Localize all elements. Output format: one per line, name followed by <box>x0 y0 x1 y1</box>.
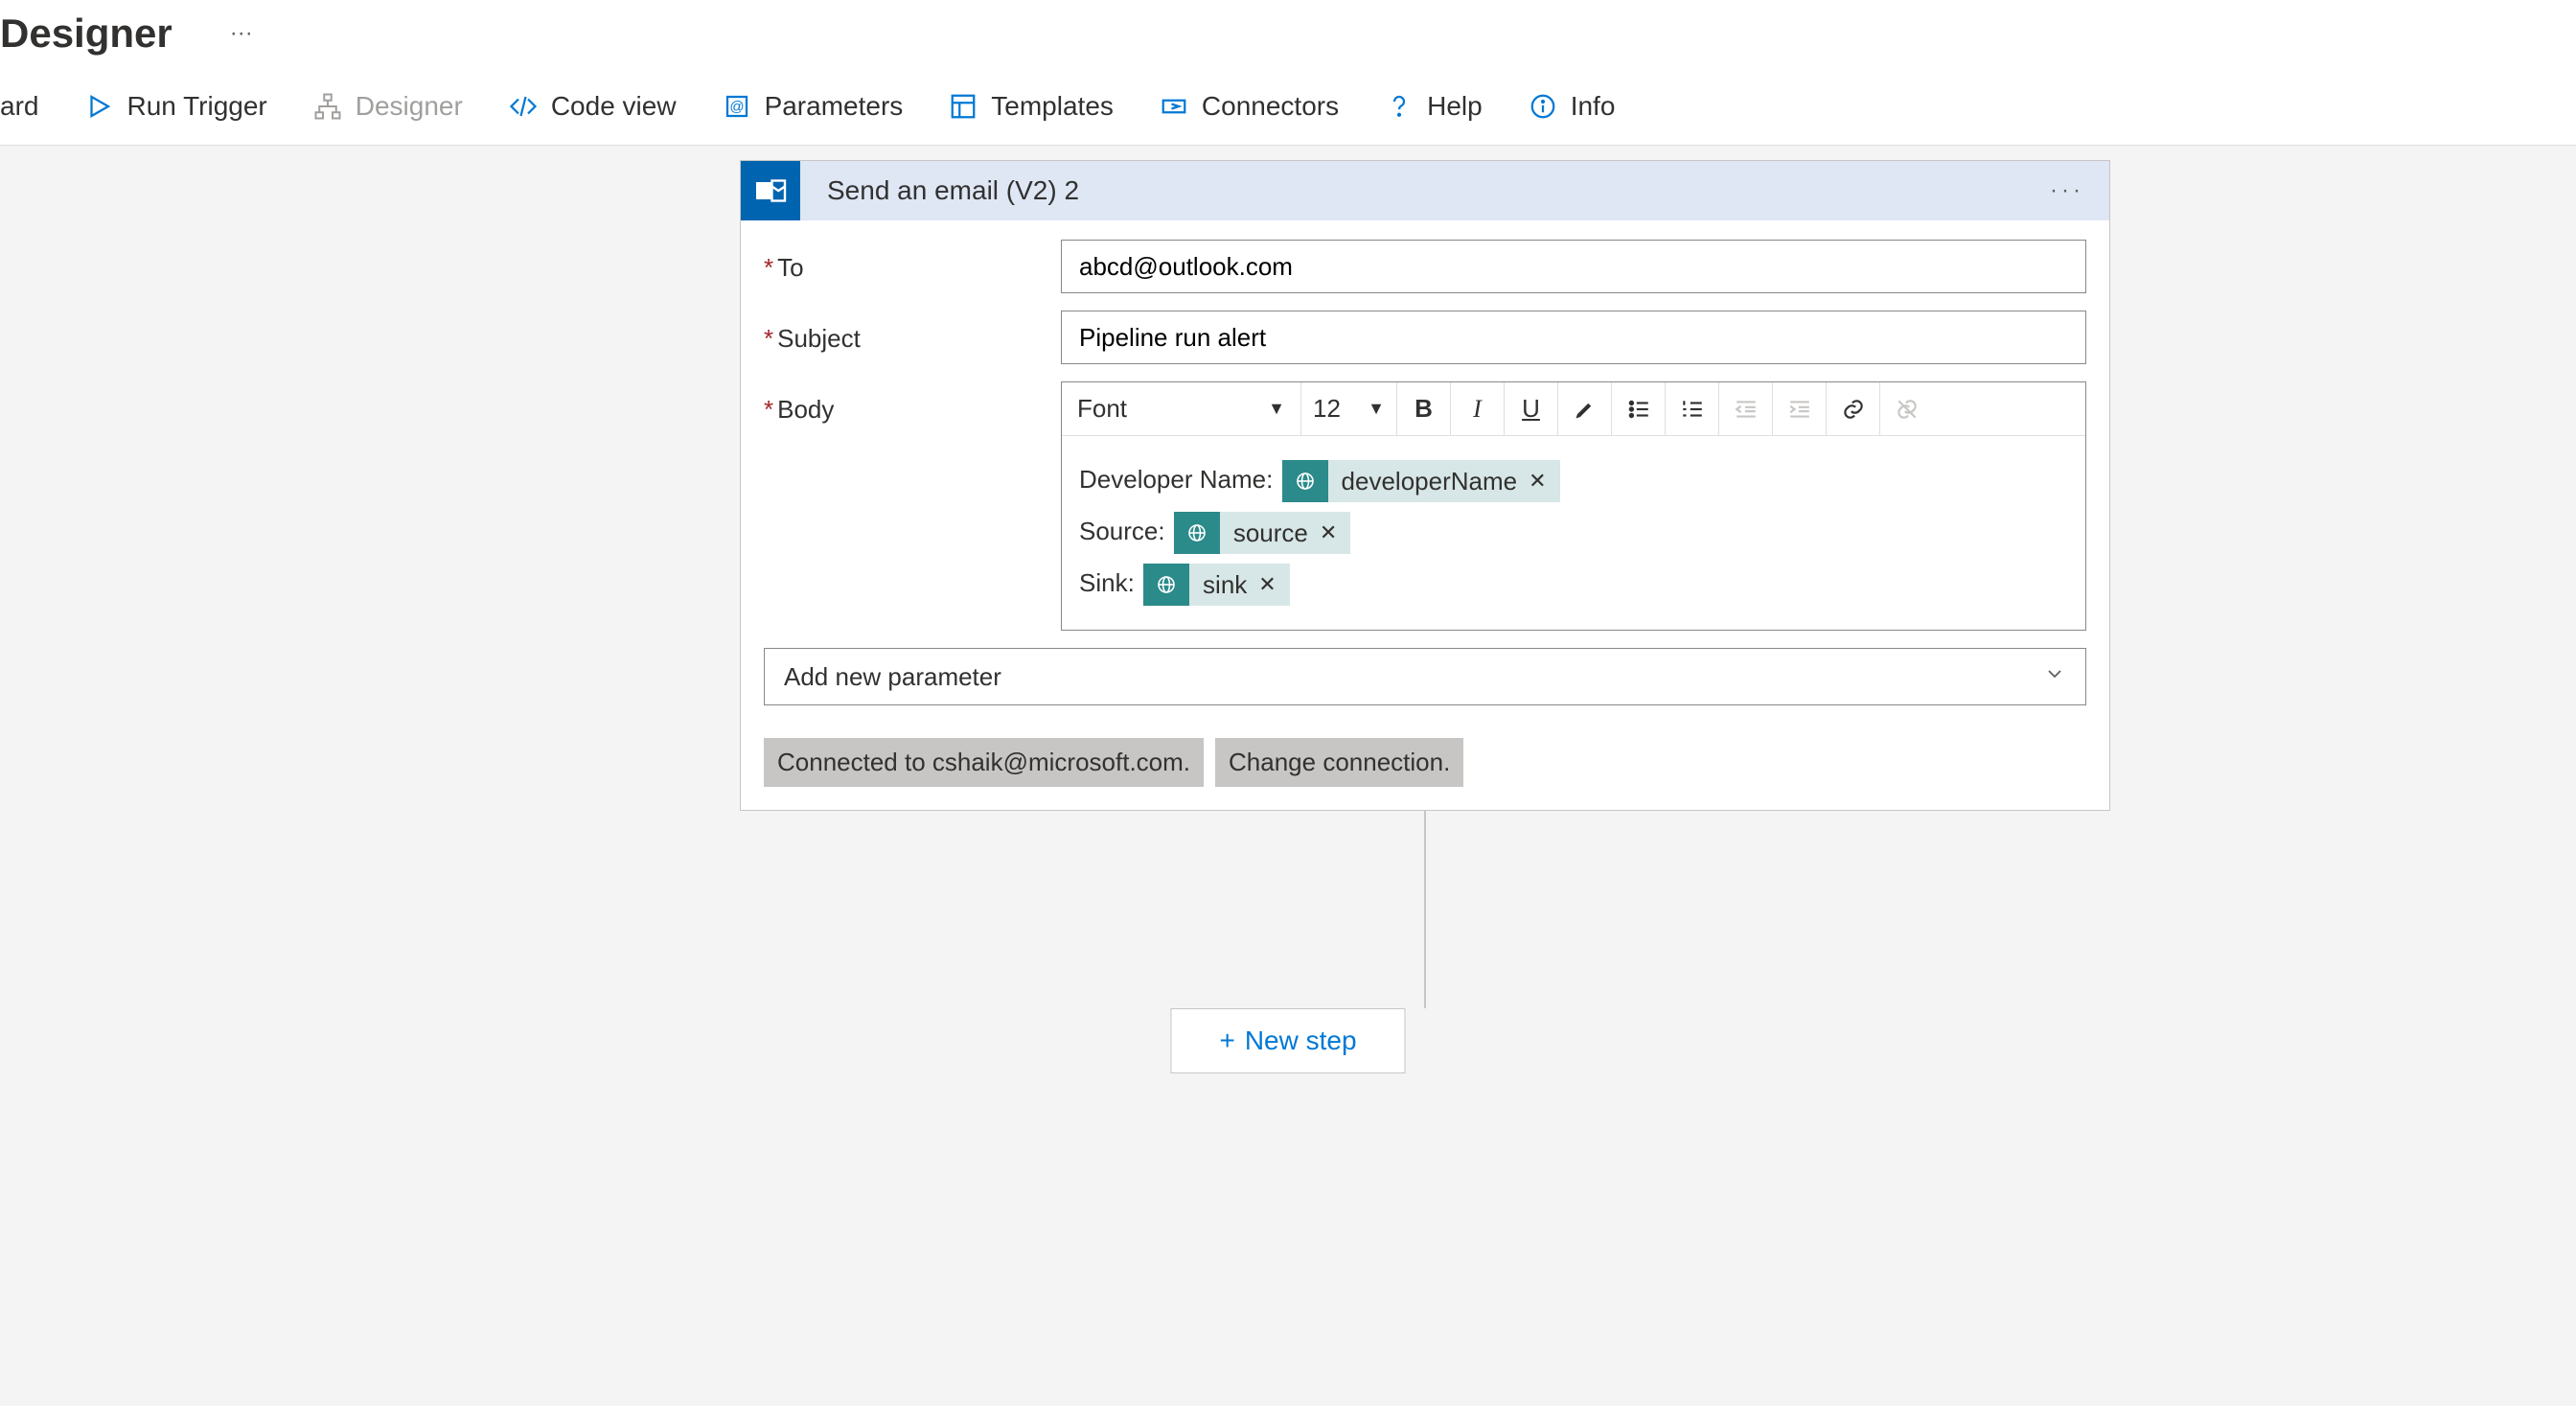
caret-down-icon: ▼ <box>1368 399 1385 419</box>
field-subject-label: *Subject <box>764 311 1061 354</box>
designer-canvas[interactable]: O Send an email (V2) 2 ··· *To *Subject … <box>0 146 2576 1406</box>
token-sink-label: sink <box>1203 559 1247 611</box>
globe-icon <box>1143 564 1189 606</box>
parameters-label: Parameters <box>765 91 904 122</box>
new-step-label: New step <box>1245 1026 1357 1056</box>
color-picker-button[interactable] <box>1558 382 1612 435</box>
truncated-command-label: ard <box>0 91 38 122</box>
run-trigger-label: Run Trigger <box>126 91 266 122</box>
parameters-icon: @ <box>723 92 751 121</box>
token-remove-icon[interactable]: ✕ <box>1320 507 1337 559</box>
help-button[interactable]: Help <box>1385 91 1483 122</box>
globe-icon <box>1282 460 1328 502</box>
code-icon <box>509 92 538 121</box>
designer-icon <box>313 92 342 121</box>
connectors-icon <box>1160 92 1188 121</box>
caret-down-icon: ▼ <box>1268 399 1285 419</box>
connectors-label: Connectors <box>1202 91 1339 122</box>
templates-label: Templates <box>991 91 1114 122</box>
bullet-list-button[interactable] <box>1612 382 1666 435</box>
token-developer-name-label: developerName <box>1342 455 1518 507</box>
flow-connector <box>1424 811 1426 1008</box>
font-size-selector[interactable]: 12 ▼ <box>1301 382 1397 435</box>
body-content[interactable]: Developer Name: developerName✕ Source: s… <box>1062 436 2085 630</box>
underline-button[interactable]: U <box>1505 382 1558 435</box>
field-body-label: *Body <box>764 381 1061 425</box>
run-trigger-button[interactable]: Run Trigger <box>84 91 266 122</box>
font-size-label: 12 <box>1313 394 1341 424</box>
link-button[interactable] <box>1827 382 1880 435</box>
body-line-3-prefix: Sink: <box>1079 568 1135 597</box>
italic-button[interactable]: I <box>1451 382 1505 435</box>
body-line-1: Developer Name: developerName✕ <box>1079 453 2068 505</box>
body-editor[interactable]: Font ▼ 12 ▼ B I U <box>1061 381 2086 631</box>
body-line-2: Source: source✕ <box>1079 505 2068 557</box>
info-icon <box>1529 92 1557 121</box>
unlink-button[interactable] <box>1880 382 1934 435</box>
action-card-menu[interactable]: ··· <box>2050 177 2109 204</box>
svg-text:@: @ <box>729 99 744 115</box>
to-input[interactable] <box>1061 240 2086 293</box>
subject-input[interactable] <box>1061 311 2086 364</box>
action-card-title: Send an email (V2) 2 <box>800 175 2050 206</box>
token-remove-icon[interactable]: ✕ <box>1529 455 1546 507</box>
help-label: Help <box>1427 91 1483 122</box>
page-title: Designer <box>0 11 172 57</box>
help-icon <box>1385 92 1414 121</box>
numbered-list-button[interactable] <box>1666 382 1719 435</box>
info-label: Info <box>1571 91 1616 122</box>
bold-button[interactable]: B <box>1397 382 1451 435</box>
designer-label: Designer <box>356 91 463 122</box>
svg-text:O: O <box>759 184 770 198</box>
globe-icon <box>1174 512 1220 554</box>
new-step-button[interactable]: + New step <box>1170 1008 1405 1073</box>
code-view-button[interactable]: Code view <box>509 91 677 122</box>
topbar: Designer ··· <box>0 0 2576 67</box>
field-subject: *Subject <box>764 311 2086 364</box>
richtext-toolbar: Font ▼ 12 ▼ B I U <box>1062 382 2085 436</box>
parameters-button[interactable]: @ Parameters <box>723 91 904 122</box>
connection-row: Connected to cshaik@microsoft.com. Chang… <box>741 725 2109 810</box>
change-connection-link[interactable]: Change connection. <box>1215 738 1463 787</box>
add-parameter-label: Add new parameter <box>784 662 1001 692</box>
indent-button[interactable] <box>1773 382 1827 435</box>
templates-button[interactable]: Templates <box>949 91 1114 122</box>
outlook-icon: O <box>741 161 800 220</box>
body-line-2-prefix: Source: <box>1079 517 1165 545</box>
title-overflow-menu[interactable]: ··· <box>230 20 253 47</box>
field-body: *Body Font ▼ 12 ▼ B I U <box>764 381 2086 631</box>
add-parameter-dropdown[interactable]: Add new parameter <box>764 648 2086 705</box>
body-line-1-prefix: Developer Name: <box>1079 465 1273 494</box>
info-button[interactable]: Info <box>1529 91 1616 122</box>
truncated-command[interactable]: ard <box>0 91 38 122</box>
chevron-down-icon <box>2043 662 2066 692</box>
templates-icon <box>949 92 978 121</box>
action-card-body: *To *Subject *Body Font ▼ 12 <box>741 220 2109 725</box>
font-selector-label: Font <box>1077 394 1127 424</box>
plus-icon: + <box>1219 1026 1234 1056</box>
field-to: *To <box>764 240 2086 293</box>
action-card-header[interactable]: O Send an email (V2) 2 ··· <box>741 161 2109 220</box>
outdent-button[interactable] <box>1719 382 1773 435</box>
action-card: O Send an email (V2) 2 ··· *To *Subject … <box>740 160 2110 811</box>
token-source[interactable]: source✕ <box>1174 512 1350 554</box>
token-sink[interactable]: sink✕ <box>1143 564 1290 606</box>
token-developer-name[interactable]: developerName✕ <box>1282 460 1560 502</box>
connectors-button[interactable]: Connectors <box>1160 91 1339 122</box>
play-icon <box>84 92 113 121</box>
body-line-3: Sink: sink✕ <box>1079 557 2068 609</box>
token-source-label: source <box>1233 507 1308 559</box>
code-view-label: Code view <box>551 91 677 122</box>
command-bar: ard Run Trigger Designer Code view @ Par… <box>0 67 2576 146</box>
token-remove-icon[interactable]: ✕ <box>1258 559 1276 611</box>
font-selector[interactable]: Font ▼ <box>1062 382 1301 435</box>
field-to-label: *To <box>764 240 1061 283</box>
connected-to-badge: Connected to cshaik@microsoft.com. <box>764 738 1204 787</box>
designer-button: Designer <box>313 91 463 122</box>
